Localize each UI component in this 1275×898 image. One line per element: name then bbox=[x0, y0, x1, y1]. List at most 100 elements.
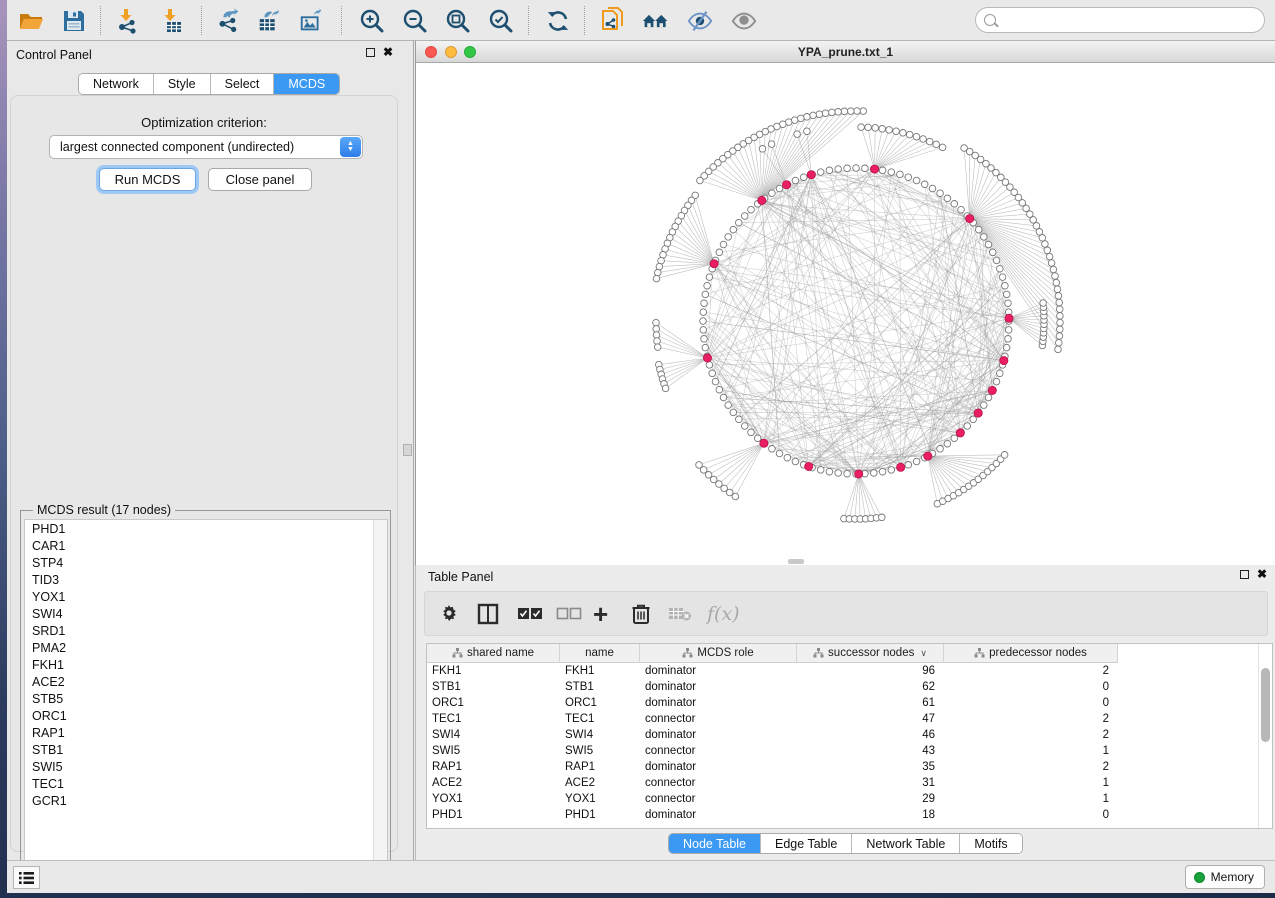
mcds-result-list[interactable]: PHD1CAR1STP4TID3YOX1SWI4SRD1PMA2FKH1ACE2… bbox=[24, 519, 388, 879]
export-network-icon[interactable] bbox=[215, 7, 243, 35]
mcds-result-item[interactable]: SWI4 bbox=[25, 605, 387, 622]
network-hscroll-thumb[interactable] bbox=[788, 559, 804, 564]
export-image-icon[interactable] bbox=[298, 7, 326, 35]
export-table-icon[interactable] bbox=[256, 7, 284, 35]
hide-graphics-details-icon[interactable] bbox=[686, 7, 714, 35]
float-panel-icon[interactable] bbox=[366, 48, 375, 57]
dominator-node[interactable] bbox=[988, 386, 996, 394]
refresh-layout-icon[interactable] bbox=[544, 7, 572, 35]
table-row[interactable]: SWI4SWI4dominator462 bbox=[427, 728, 1259, 744]
import-table-icon[interactable] bbox=[159, 7, 187, 35]
import-network-icon[interactable] bbox=[115, 7, 143, 35]
mcds-result-item[interactable]: PHD1 bbox=[25, 520, 387, 537]
dominator-node[interactable] bbox=[1000, 357, 1008, 365]
mcds-result-item[interactable]: YOX1 bbox=[25, 588, 387, 605]
column-header-name[interactable]: name bbox=[560, 644, 640, 662]
show-graphics-details-icon[interactable] bbox=[730, 7, 758, 35]
table-row[interactable]: ACE2ACE2connector311 bbox=[427, 776, 1259, 792]
dominator-node[interactable] bbox=[855, 470, 863, 478]
zoom-fit-icon[interactable] bbox=[444, 7, 472, 35]
mcds-list-scrollbar[interactable] bbox=[373, 520, 387, 878]
splitter-grip[interactable] bbox=[403, 444, 412, 456]
column-header-successor-nodes[interactable]: successor nodes∨ bbox=[797, 644, 944, 662]
table-scrollbar[interactable] bbox=[1261, 666, 1270, 824]
network-canvas[interactable] bbox=[416, 63, 1275, 565]
dominator-node[interactable] bbox=[807, 171, 815, 179]
close-table-panel-icon[interactable]: ✖ bbox=[1257, 570, 1267, 579]
save-session-icon[interactable] bbox=[60, 7, 88, 35]
float-table-panel-icon[interactable] bbox=[1240, 570, 1249, 579]
open-session-icon[interactable] bbox=[17, 7, 45, 35]
table-row[interactable]: FKH1FKH1dominator962 bbox=[427, 664, 1259, 680]
zoom-selected-icon[interactable] bbox=[487, 7, 515, 35]
zoom-out-icon[interactable] bbox=[401, 7, 429, 35]
mcds-result-item[interactable]: ACE2 bbox=[25, 673, 387, 690]
network-overview-icon[interactable] bbox=[642, 7, 670, 35]
memory-button[interactable]: Memory bbox=[1185, 865, 1265, 889]
clone-network-icon[interactable] bbox=[599, 7, 627, 35]
tab-edge-table[interactable]: Edge Table bbox=[761, 834, 852, 853]
dominator-node[interactable] bbox=[974, 409, 982, 417]
mcds-result-item[interactable]: CAR1 bbox=[25, 537, 387, 554]
select-all-checkboxes-icon[interactable] bbox=[517, 600, 543, 628]
run-mcds-button[interactable]: Run MCDS bbox=[99, 168, 196, 191]
table-row[interactable]: TEC1TEC1connector472 bbox=[427, 712, 1259, 728]
dominator-node[interactable] bbox=[758, 196, 766, 204]
table-row[interactable]: PHD1PHD1dominator180 bbox=[427, 808, 1259, 824]
tab-mcds[interactable]: MCDS bbox=[274, 74, 339, 94]
node-table[interactable]: shared namenameMCDS rolesuccessor nodes∨… bbox=[426, 643, 1273, 829]
delete-table-icon[interactable] bbox=[668, 600, 692, 628]
dominator-node[interactable] bbox=[703, 354, 711, 362]
table-scrollbar-thumb[interactable] bbox=[1261, 668, 1270, 742]
dominator-node[interactable] bbox=[871, 165, 879, 173]
table-row[interactable]: SWI5SWI5connector431 bbox=[427, 744, 1259, 760]
mcds-result-item[interactable]: FKH1 bbox=[25, 656, 387, 673]
dominator-node[interactable] bbox=[805, 462, 813, 470]
dominator-node[interactable] bbox=[710, 260, 718, 268]
mcds-result-item[interactable]: SWI5 bbox=[25, 758, 387, 775]
table-row[interactable]: YOX1YOX1connector291 bbox=[427, 792, 1259, 808]
mcds-result-item[interactable]: STB1 bbox=[25, 741, 387, 758]
mcds-result-item[interactable]: SRD1 bbox=[25, 622, 387, 639]
tab-motifs[interactable]: Motifs bbox=[960, 834, 1021, 853]
mcds-result-item[interactable]: ORC1 bbox=[25, 707, 387, 724]
close-panel-button[interactable]: Close panel bbox=[208, 168, 312, 191]
dominator-node[interactable] bbox=[956, 429, 964, 437]
dominator-node[interactable] bbox=[1005, 314, 1013, 322]
tab-network-table[interactable]: Network Table bbox=[852, 834, 960, 853]
show-panels-list-button[interactable] bbox=[13, 866, 40, 889]
dominator-node[interactable] bbox=[966, 215, 974, 223]
mcds-result-item[interactable]: STB5 bbox=[25, 690, 387, 707]
column-header-predecessor-nodes[interactable]: predecessor nodes bbox=[944, 644, 1118, 662]
tab-select[interactable]: Select bbox=[211, 74, 275, 94]
column-header-shared-name[interactable]: shared name bbox=[427, 644, 560, 662]
mcds-result-item[interactable]: PMA2 bbox=[25, 639, 387, 656]
column-header-MCDS-role[interactable]: MCDS role bbox=[640, 644, 797, 662]
table-row[interactable]: ORC1ORC1dominator610 bbox=[427, 696, 1259, 712]
mcds-result-item[interactable]: STP4 bbox=[25, 554, 387, 571]
dominator-node[interactable] bbox=[897, 463, 905, 471]
tab-style[interactable]: Style bbox=[154, 74, 211, 94]
table-row[interactable]: STB1STB1dominator620 bbox=[427, 680, 1259, 696]
dominator-node[interactable] bbox=[760, 439, 768, 447]
mcds-result-item[interactable]: TEC1 bbox=[25, 775, 387, 792]
network-window-titlebar[interactable]: YPA_prune.txt_1 bbox=[416, 41, 1275, 63]
add-column-icon[interactable]: + bbox=[593, 600, 608, 628]
function-builder-icon[interactable]: f(x) bbox=[707, 600, 740, 628]
panel-splitter[interactable] bbox=[401, 41, 415, 860]
mcds-result-item[interactable]: GCR1 bbox=[25, 792, 387, 809]
table-options-gear-icon[interactable] bbox=[439, 600, 459, 628]
deselect-all-checkboxes-icon[interactable] bbox=[556, 600, 582, 628]
tab-network[interactable]: Network bbox=[79, 74, 154, 94]
tab-node-table[interactable]: Node Table bbox=[669, 834, 761, 853]
delete-column-icon[interactable] bbox=[631, 600, 651, 628]
show-column-panel-icon[interactable] bbox=[477, 600, 499, 628]
table-row[interactable]: RAP1RAP1dominator352 bbox=[427, 760, 1259, 776]
mcds-result-item[interactable]: TID3 bbox=[25, 571, 387, 588]
dominator-node[interactable] bbox=[782, 181, 790, 189]
search-input[interactable] bbox=[975, 7, 1265, 33]
dominator-node[interactable] bbox=[924, 452, 932, 460]
mcds-result-item[interactable]: RAP1 bbox=[25, 724, 387, 741]
close-panel-icon[interactable]: ✖ bbox=[383, 48, 393, 57]
criterion-dropdown[interactable]: largest connected component (undirected)… bbox=[49, 135, 363, 159]
